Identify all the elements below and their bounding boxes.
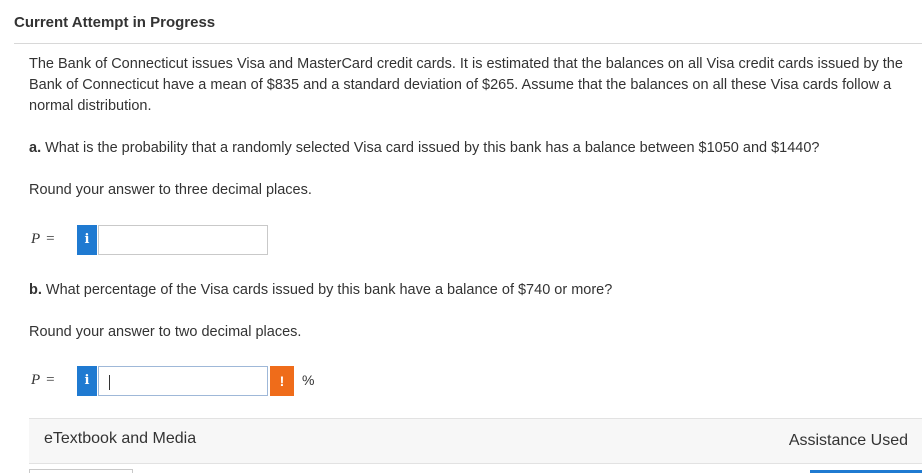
part-b-question: b. What percentage of the Visa cards iss… [29,282,612,298]
question-intro: The Bank of Connecticut issues Visa and … [29,56,903,114]
part-b-equals: = [46,372,55,388]
part-b-unit: % [302,372,315,388]
part-a-prefix: a. [29,140,42,156]
part-b-text: What percentage of the Visa cards issued… [41,282,613,298]
part-a-var: P [31,231,41,247]
resource-bar: eTextbook and Media Assistance Used [29,418,922,464]
text-cursor [109,375,110,390]
bottom-button-edge[interactable] [29,469,133,473]
part-a-hint: Round your answer to three decimal place… [29,182,312,198]
etextbook-media-link[interactable]: eTextbook and Media [44,430,196,448]
part-a-question: a. What is the probability that a random… [29,140,820,156]
assistance-used-label: Assistance Used [788,432,908,449]
part-a-answer-input[interactable] [98,225,268,255]
part-b-answer-input[interactable] [98,366,268,396]
part-a-info-icon[interactable]: i [77,225,97,255]
part-a-equals: = [46,231,55,247]
part-b-hint: Round your answer to two decimal places. [29,324,302,340]
part-b-prefix: b. [29,282,42,298]
header-divider [14,43,922,44]
part-b-info-icon[interactable]: i [77,366,97,396]
part-b-var: P [31,372,41,388]
attempt-status: Current Attempt in Progress [14,14,216,31]
part-a-label: P = [31,231,55,248]
part-a-text: What is the probability that a randomly … [41,140,820,156]
part-b-label: P = [31,372,55,389]
part-b-warning-icon[interactable]: ! [270,366,294,396]
